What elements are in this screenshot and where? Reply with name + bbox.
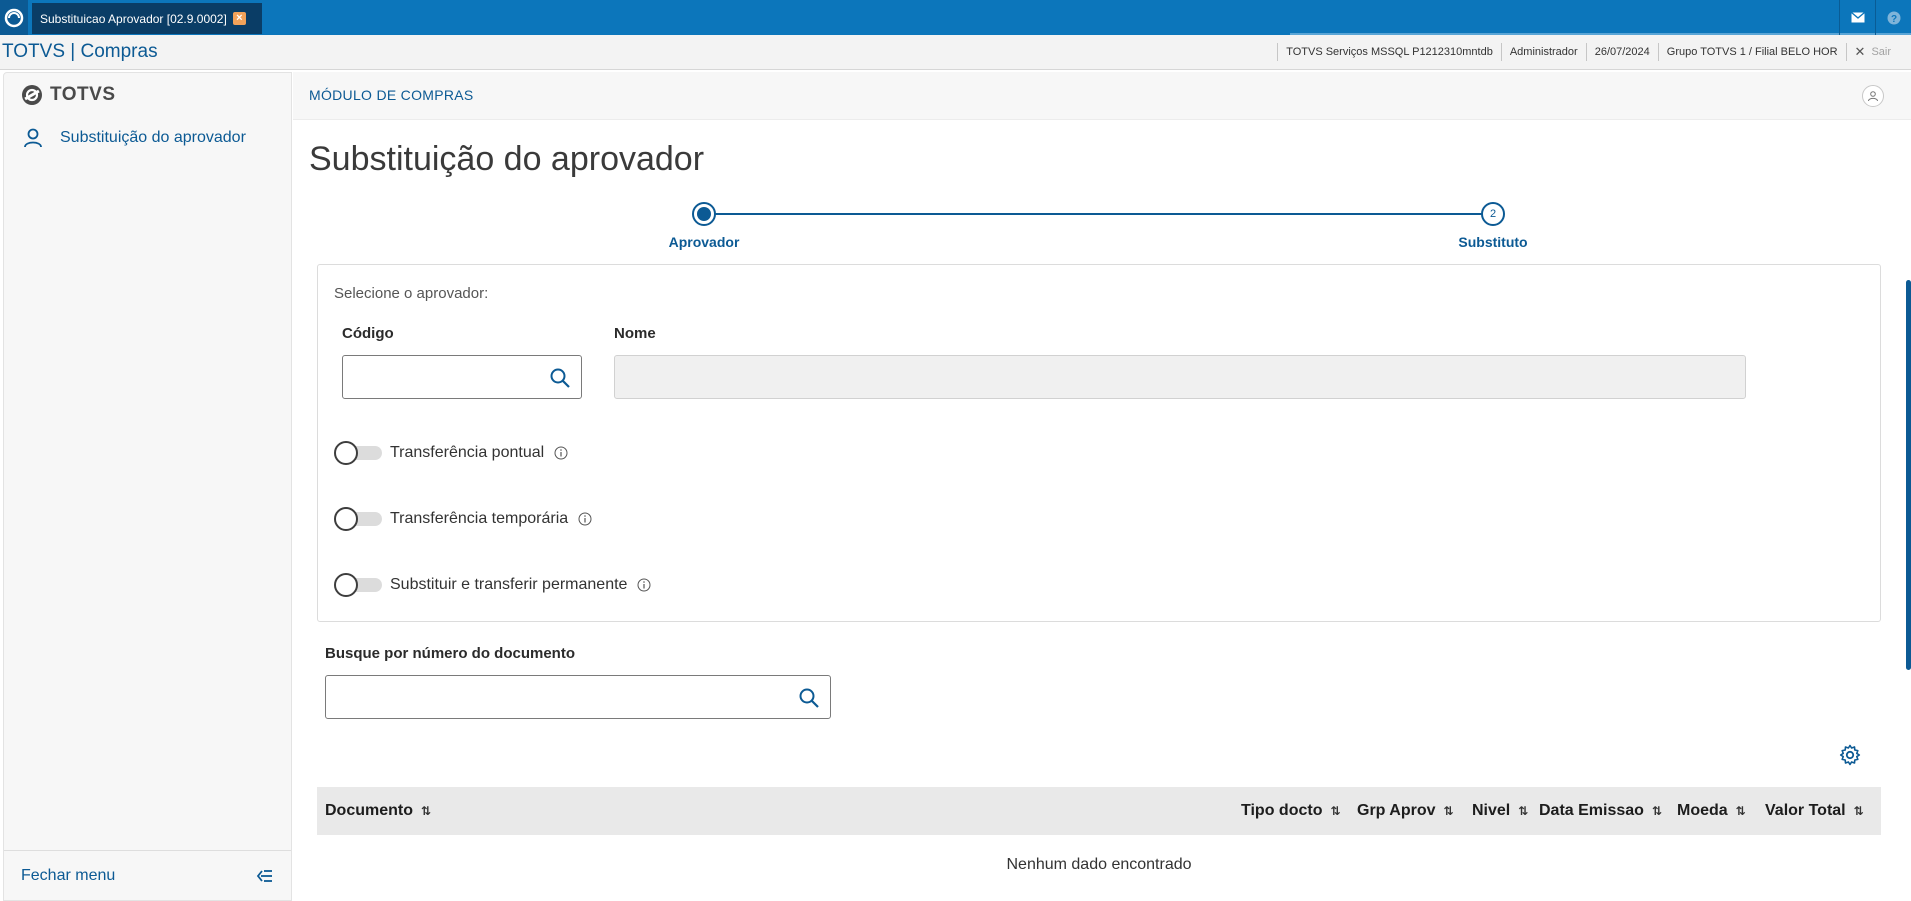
logo-text: TOTVS	[50, 84, 116, 105]
sort-icon[interactable]: ⇅	[421, 804, 431, 818]
column-tipo-docto[interactable]: Tipo docto ⇅	[1241, 802, 1341, 820]
sidebar-item-label: Substituição do aprovador	[60, 129, 246, 146]
server-info: TOTVS Serviços MSSQL P1212310mntdb	[1277, 43, 1501, 61]
user-icon	[1868, 91, 1878, 102]
totvs-logo-icon[interactable]	[0, 0, 28, 35]
table-header: Documento ⇅ Tipo docto ⇅ Grp Aprov ⇅ Nivel ⇅…	[317, 787, 1881, 835]
step-label-substituto: Substituto	[1458, 234, 1528, 250]
sort-icon[interactable]: ⇅	[1652, 804, 1662, 818]
info-icon[interactable]	[578, 512, 592, 526]
sort-icon[interactable]: ⇅	[1736, 804, 1746, 818]
column-moeda[interactable]: Moeda ⇅	[1677, 802, 1746, 820]
stepper: 2 Aprovador Substituto	[293, 197, 1911, 257]
name-label: Nome	[614, 325, 656, 342]
close-tab-icon[interactable]: ×	[232, 12, 246, 25]
main-content: MÓDULO DE COMPRAS Substituição do aprova…	[293, 72, 1911, 901]
step-label-aprovador: Aprovador	[668, 234, 740, 250]
toggle-label: Transferência pontual	[390, 444, 545, 461]
code-input[interactable]	[342, 355, 582, 399]
step-active-dot	[697, 207, 711, 221]
help-icon[interactable]: ?	[1875, 0, 1911, 35]
info-icon[interactable]	[637, 578, 651, 592]
sidebar: TOTVS Substituição do aprovador Fechar m…	[3, 72, 292, 901]
user-icon	[24, 128, 42, 148]
close-icon: ✕	[1854, 44, 1866, 59]
user-avatar[interactable]	[1862, 85, 1884, 107]
doc-search-input[interactable]	[325, 675, 831, 719]
approver-hint: Selecione o aprovador:	[334, 285, 489, 302]
close-menu-button[interactable]: Fechar menu	[4, 850, 291, 900]
branch-info: Grupo TOTVS 1 / Filial BELO HOR	[1657, 43, 1846, 61]
date-info: 26/07/2024	[1585, 43, 1658, 61]
name-field	[614, 355, 1746, 399]
info-icon[interactable]	[554, 446, 568, 460]
sidebar-item-substituicao[interactable]: Substituição do aprovador	[22, 127, 246, 149]
window-tab-title: Substituicao Aprovador [02.9.0002]	[40, 11, 227, 26]
window-titlebar: Substituicao Aprovador [02.9.0002] × ?	[0, 0, 1911, 35]
column-grp-aprov[interactable]: Grp Aprov ⇅	[1357, 802, 1454, 820]
toggle-switch[interactable]	[334, 440, 382, 466]
column-documento[interactable]: Documento ⇅	[325, 802, 431, 820]
search-icon[interactable]	[549, 367, 571, 389]
user-info: Administrador	[1500, 43, 1586, 61]
column-data-emissao[interactable]: Data Emissao ⇅	[1539, 802, 1662, 820]
sort-icon[interactable]: ⇅	[1330, 804, 1340, 818]
step-number: 2	[1489, 208, 1497, 220]
sidebar-logo: TOTVS	[20, 83, 116, 107]
toggle-transferencia-pontual[interactable]: Transferência pontual	[334, 440, 568, 466]
gear-icon[interactable]	[1839, 744, 1861, 766]
module-header: MÓDULO DE COMPRAS	[293, 72, 1911, 120]
toggle-transferencia-temporaria[interactable]: Transferência temporária	[334, 506, 592, 532]
sort-icon[interactable]: ⇅	[1854, 804, 1864, 818]
table-empty-message: Nenhum dado encontrado	[1006, 856, 1192, 873]
mail-icon[interactable]	[1839, 0, 1875, 35]
close-menu-label: Fechar menu	[21, 866, 116, 884]
toggle-switch[interactable]	[334, 572, 382, 598]
toggle-label: Transferência temporária	[390, 510, 569, 527]
exit-button[interactable]: ✕ Sair	[1845, 43, 1899, 61]
doc-search-label: Busque por número do documento	[325, 645, 575, 662]
info-bar: TOTVS | Compras TOTVS Serviços MSSQL P12…	[0, 35, 1911, 70]
module-title: MÓDULO DE COMPRAS	[309, 87, 474, 103]
sort-icon[interactable]: ⇅	[1518, 804, 1528, 818]
sort-icon[interactable]: ⇅	[1444, 804, 1454, 818]
search-icon[interactable]	[798, 687, 820, 709]
column-valor-total[interactable]: Valor Total ⇅	[1765, 802, 1864, 820]
window-tab[interactable]: Substituicao Aprovador [02.9.0002] ×	[32, 3, 262, 34]
code-label: Código	[342, 325, 394, 342]
toggle-switch[interactable]	[334, 506, 382, 532]
step-substituto[interactable]: 2	[1481, 202, 1505, 226]
toggle-substituir-permanente[interactable]: Substituir e transferir permanente	[334, 572, 651, 598]
exit-label: Sair	[1871, 46, 1891, 58]
brand-title: TOTVS | Compras	[2, 41, 158, 62]
totvs-logo-icon	[22, 85, 42, 105]
scrollbar[interactable]	[1906, 280, 1911, 670]
svg-text:?: ?	[1890, 14, 1896, 25]
column-nivel[interactable]: Nivel ⇅	[1472, 802, 1528, 820]
toggle-label: Substituir e transferir permanente	[390, 576, 628, 593]
step-aprovador[interactable]	[692, 202, 716, 226]
collapse-menu-icon	[256, 869, 272, 882]
stepper-line	[704, 213, 1492, 215]
approver-panel: Selecione o aprovador: Código Nome Trans…	[317, 264, 1881, 622]
page-title: Substituição do aprovador	[309, 140, 705, 178]
session-status: TOTVS Serviços MSSQL P1212310mntdb Admin…	[1277, 43, 1899, 61]
